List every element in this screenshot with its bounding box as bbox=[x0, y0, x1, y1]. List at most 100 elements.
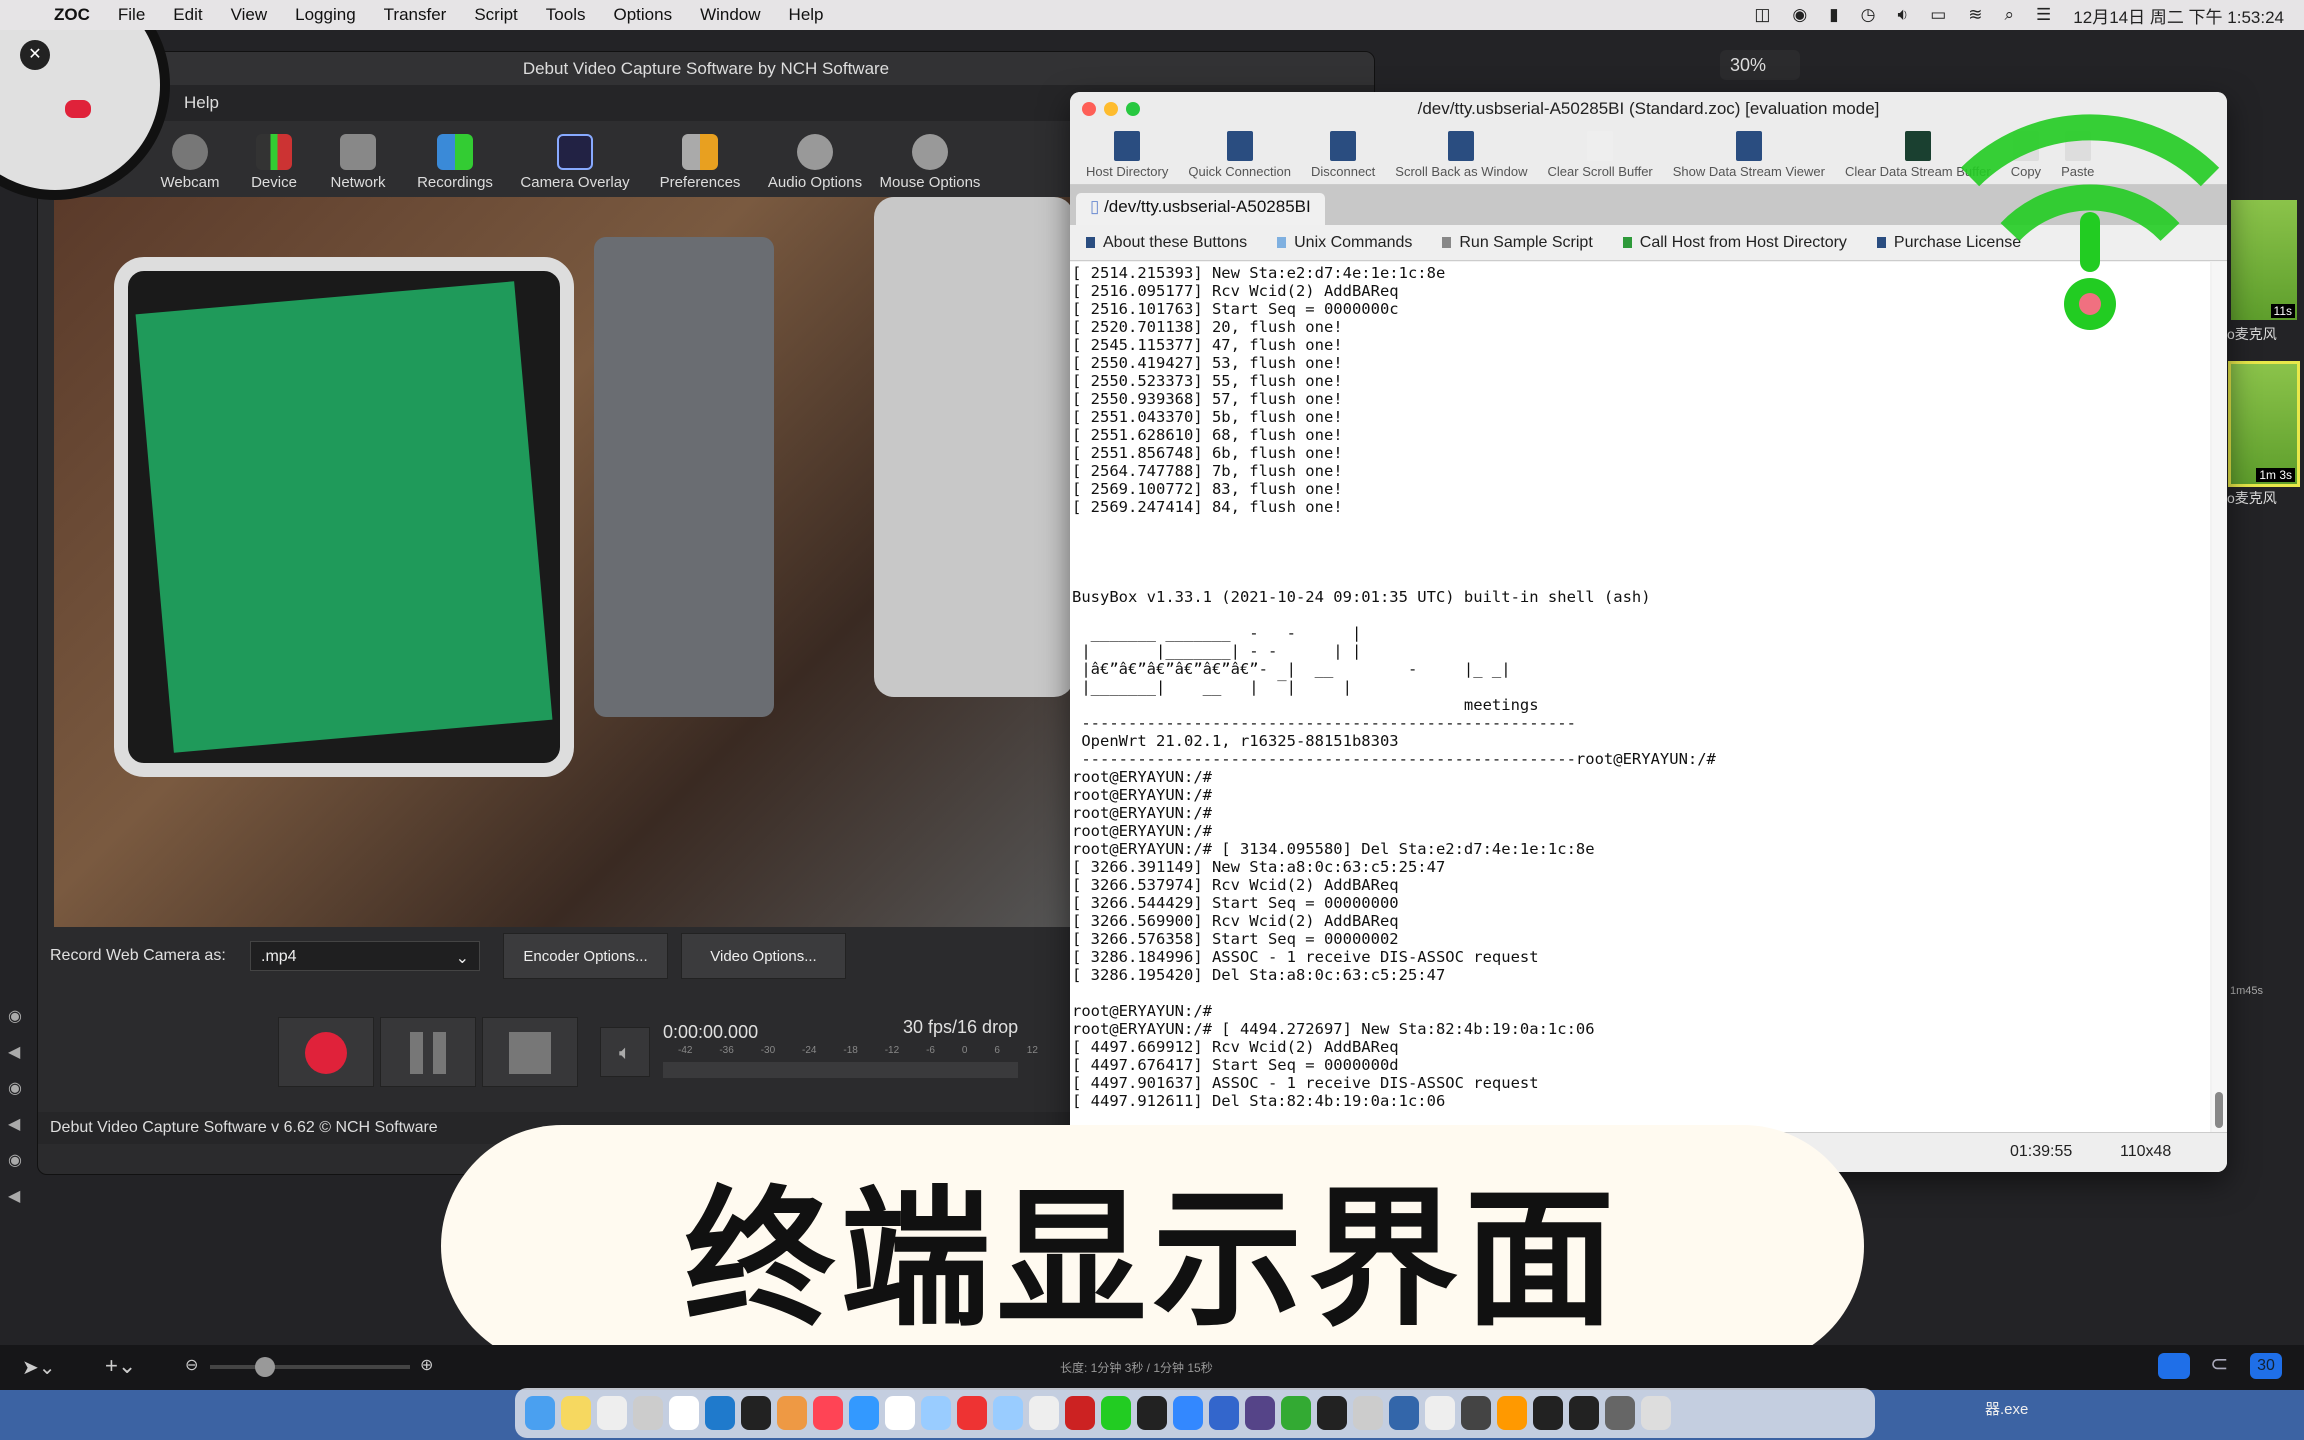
close-button[interactable] bbox=[1082, 102, 1096, 116]
menu-window[interactable]: Window bbox=[700, 5, 760, 25]
dock-app-icon[interactable] bbox=[1173, 1396, 1203, 1430]
terminal[interactable]: [ 2514.215393] New Sta:e2:d7:4e:1e:1c:8e… bbox=[1070, 262, 2210, 1132]
zoom-out-icon[interactable]: ⊖ bbox=[185, 1355, 198, 1375]
eye-icon[interactable]: ◉ bbox=[8, 1078, 26, 1098]
dock-app-icon[interactable] bbox=[921, 1396, 951, 1430]
zoom-in-icon[interactable]: ⊕ bbox=[420, 1355, 433, 1375]
dock-app-icon[interactable] bbox=[1497, 1396, 1527, 1430]
fps-badge[interactable]: 30 bbox=[2250, 1353, 2282, 1379]
wifi-status-icon[interactable]: ≋ bbox=[1968, 5, 1982, 25]
dock-app-icon[interactable] bbox=[813, 1396, 843, 1430]
audio-options-button[interactable]: Audio Options bbox=[760, 134, 870, 197]
bookmark-icon[interactable]: ▮ bbox=[1829, 5, 1838, 25]
zoom-slider[interactable] bbox=[210, 1357, 410, 1377]
dock-app-icon[interactable] bbox=[597, 1396, 627, 1430]
menu-logging[interactable]: Logging bbox=[295, 5, 356, 25]
recordings-button[interactable]: Recordings bbox=[400, 134, 510, 197]
dock-app-icon[interactable] bbox=[1425, 1396, 1455, 1430]
dock-app-icon[interactable] bbox=[1245, 1396, 1275, 1430]
dock-app-icon[interactable] bbox=[1641, 1396, 1671, 1430]
close-icon[interactable]: ✕ bbox=[20, 40, 50, 70]
disconnect-button[interactable]: Disconnect bbox=[1301, 131, 1385, 184]
dock-app-icon[interactable] bbox=[1029, 1396, 1059, 1430]
dock-app-icon[interactable] bbox=[561, 1396, 591, 1430]
dock-app-icon[interactable] bbox=[885, 1396, 915, 1430]
dock-app-icon[interactable] bbox=[1389, 1396, 1419, 1430]
menu-app[interactable]: ZOC bbox=[54, 5, 90, 25]
eye-icon[interactable]: ◉ bbox=[8, 1006, 26, 1026]
cloud-icon[interactable]: ◉ bbox=[1792, 5, 1807, 25]
speaker-icon[interactable]: ◀ bbox=[8, 1042, 26, 1062]
battery-icon[interactable]: ▭ bbox=[1930, 5, 1946, 25]
video-options-button[interactable]: Video Options... bbox=[681, 933, 846, 979]
quick-connection-button[interactable]: Quick Connection bbox=[1178, 131, 1301, 184]
dock-app-icon[interactable] bbox=[849, 1396, 879, 1430]
desktop-file-label[interactable]: 器.exe bbox=[1985, 1398, 2028, 1419]
image-icon[interactable] bbox=[2158, 1353, 2190, 1379]
pause-button[interactable] bbox=[380, 1017, 476, 1087]
encoder-options-button[interactable]: Encoder Options... bbox=[503, 933, 668, 979]
dock-app-icon[interactable] bbox=[1101, 1396, 1131, 1430]
dock-app-icon[interactable] bbox=[525, 1396, 555, 1430]
dock-app-icon[interactable] bbox=[1137, 1396, 1167, 1430]
dock-app-icon[interactable] bbox=[1461, 1396, 1491, 1430]
eye-icon[interactable]: ◉ bbox=[8, 1150, 26, 1170]
slider-thumb[interactable] bbox=[255, 1357, 275, 1377]
scrollbar[interactable] bbox=[2212, 262, 2227, 1132]
dock-app-icon[interactable] bbox=[1281, 1396, 1311, 1430]
search-icon[interactable]: ⌕ bbox=[2005, 5, 2015, 25]
speaker-icon[interactable]: 🔈︎ bbox=[600, 1027, 650, 1077]
camera-overlay-button[interactable]: Camera Overlay bbox=[510, 134, 640, 197]
dock-app-icon[interactable] bbox=[1317, 1396, 1347, 1430]
speaker-icon[interactable]: ◀ bbox=[8, 1186, 26, 1206]
show-data-stream-viewer-button[interactable]: Show Data Stream Viewer bbox=[1663, 131, 1835, 184]
clock[interactable]: 12月14日 周二 下午 1:53:24 bbox=[2073, 3, 2284, 28]
media-thumb-selected[interactable]: 1m 3s bbox=[2228, 361, 2300, 487]
dock-app-icon[interactable] bbox=[777, 1396, 807, 1430]
screen-record-icon[interactable]: ◫ bbox=[1754, 5, 1770, 25]
tab-session[interactable]: ▯ /dev/tty.usbserial-A50285BI bbox=[1076, 193, 1325, 225]
host-directory-button[interactable]: Host Directory bbox=[1076, 131, 1178, 184]
dock-app-icon[interactable] bbox=[1353, 1396, 1383, 1430]
menu-tools[interactable]: Tools bbox=[546, 5, 586, 25]
minimize-button[interactable] bbox=[1104, 102, 1118, 116]
dock-app-icon[interactable] bbox=[669, 1396, 699, 1430]
user-button[interactable]: Call Host from Host Directory bbox=[1622, 234, 1847, 252]
webcam-button[interactable]: Webcam bbox=[148, 134, 232, 197]
dock-app-icon[interactable] bbox=[1605, 1396, 1635, 1430]
dock-app-icon[interactable] bbox=[1533, 1396, 1563, 1430]
menu-script[interactable]: Script bbox=[474, 5, 517, 25]
scroll-back-as-window-button[interactable]: Scroll Back as Window bbox=[1385, 131, 1537, 184]
media-thumb[interactable]: 11s bbox=[2231, 200, 2297, 320]
dock-app-icon[interactable] bbox=[993, 1396, 1023, 1430]
menu-help[interactable]: Help bbox=[789, 5, 824, 25]
select-tool-icon[interactable]: ➤⌄ bbox=[22, 1355, 56, 1380]
clear-scroll-buffer-button[interactable]: Clear Scroll Buffer bbox=[1538, 131, 1663, 184]
dock-app-icon[interactable] bbox=[705, 1396, 735, 1430]
menu-edit[interactable]: Edit bbox=[173, 5, 202, 25]
menu-view[interactable]: View bbox=[231, 5, 268, 25]
volume-icon[interactable]: 🔉︎ bbox=[1897, 5, 1908, 25]
menu-transfer[interactable]: Transfer bbox=[384, 5, 447, 25]
magnet-icon[interactable]: ⊂ bbox=[2210, 1351, 2228, 1377]
control-center-icon[interactable]: ☰ bbox=[2036, 5, 2051, 25]
time-machine-icon[interactable]: ◷ bbox=[1861, 5, 1876, 25]
scroll-thumb[interactable] bbox=[2215, 1092, 2223, 1128]
dock-app-icon[interactable] bbox=[1209, 1396, 1239, 1430]
device-button[interactable]: Device bbox=[232, 134, 316, 197]
preferences-button[interactable]: Preferences bbox=[640, 134, 760, 197]
dock-app-icon[interactable] bbox=[633, 1396, 663, 1430]
dock-app-icon[interactable] bbox=[1065, 1396, 1095, 1430]
menu-options[interactable]: Options bbox=[613, 5, 672, 25]
format-select[interactable]: .mp4 ⌄ bbox=[250, 941, 480, 971]
add-icon[interactable]: +⌄ bbox=[105, 1353, 136, 1379]
user-button[interactable]: About these Buttons bbox=[1086, 234, 1247, 252]
maximize-button[interactable] bbox=[1126, 102, 1140, 116]
speaker-icon[interactable]: ◀ bbox=[8, 1114, 26, 1134]
user-button[interactable]: Run Sample Script bbox=[1442, 234, 1593, 252]
dock-app-icon[interactable] bbox=[1569, 1396, 1599, 1430]
dock-app-icon[interactable] bbox=[741, 1396, 771, 1430]
stop-button[interactable] bbox=[482, 1017, 578, 1087]
user-button[interactable]: Unix Commands bbox=[1277, 234, 1412, 252]
mouse-options-button[interactable]: Mouse Options bbox=[870, 134, 990, 197]
